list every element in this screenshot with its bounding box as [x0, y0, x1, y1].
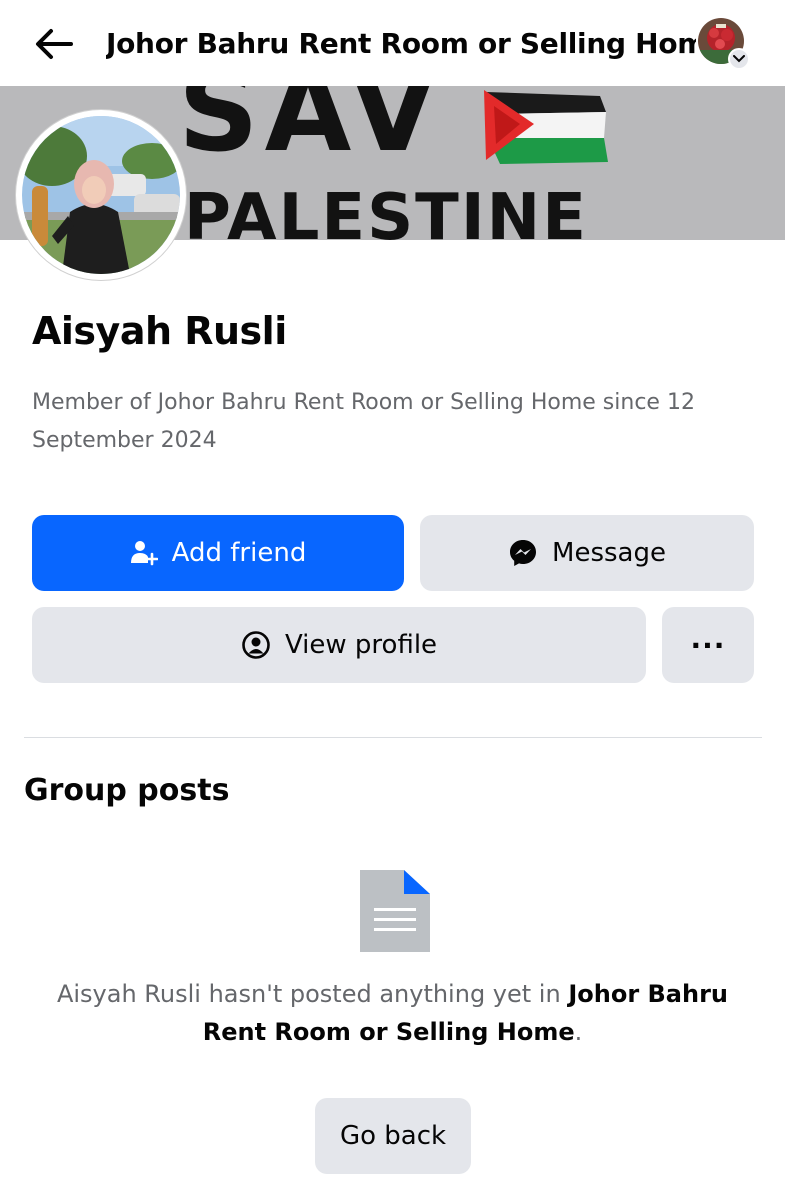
cover-text-line2: PALESTINE: [184, 181, 588, 240]
top-bar: Johor Bahru Rent Room or Selling Home: [0, 0, 785, 86]
view-profile-label: View profile: [284, 630, 438, 660]
messenger-icon: [510, 540, 537, 566]
cover-text-line1: SAV: [178, 86, 443, 177]
back-button[interactable]: [30, 24, 76, 64]
section-divider: [24, 737, 762, 738]
message-button[interactable]: Message: [420, 515, 754, 591]
more-dots-icon: ···: [690, 628, 726, 662]
add-person-icon: [130, 541, 158, 566]
empty-message-suffix: .: [574, 1018, 583, 1046]
go-back-button[interactable]: Go back: [315, 1098, 471, 1174]
account-avatar-button[interactable]: [698, 18, 750, 70]
user-circle-icon: [242, 631, 270, 659]
group-posts-heading: Group posts: [24, 773, 230, 808]
more-options-button[interactable]: ···: [662, 607, 754, 683]
message-label: Message: [552, 538, 666, 568]
arrow-left-icon: [36, 29, 73, 59]
empty-posts-message: Aisyah Rusli hasn't posted anything yet …: [40, 975, 745, 1051]
palestine-flag-graphic: [484, 90, 608, 164]
view-profile-button[interactable]: View profile: [32, 607, 646, 683]
add-friend-button[interactable]: Add friend: [32, 515, 404, 591]
document-icon: [360, 870, 430, 952]
profile-photo[interactable]: [16, 110, 186, 280]
go-back-label: Go back: [339, 1121, 447, 1151]
add-friend-label: Add friend: [171, 538, 307, 568]
empty-message-prefix: Aisyah Rusli hasn't posted anything yet …: [56, 980, 569, 1008]
group-title: Johor Bahru Rent Room or Selling Home: [106, 27, 696, 60]
profile-name: Aisyah Rusli: [32, 309, 287, 353]
membership-info: Member of Johor Bahru Rent Room or Selli…: [32, 390, 695, 453]
chevron-down-icon: [728, 48, 750, 70]
profile-photo-image: [22, 116, 180, 274]
